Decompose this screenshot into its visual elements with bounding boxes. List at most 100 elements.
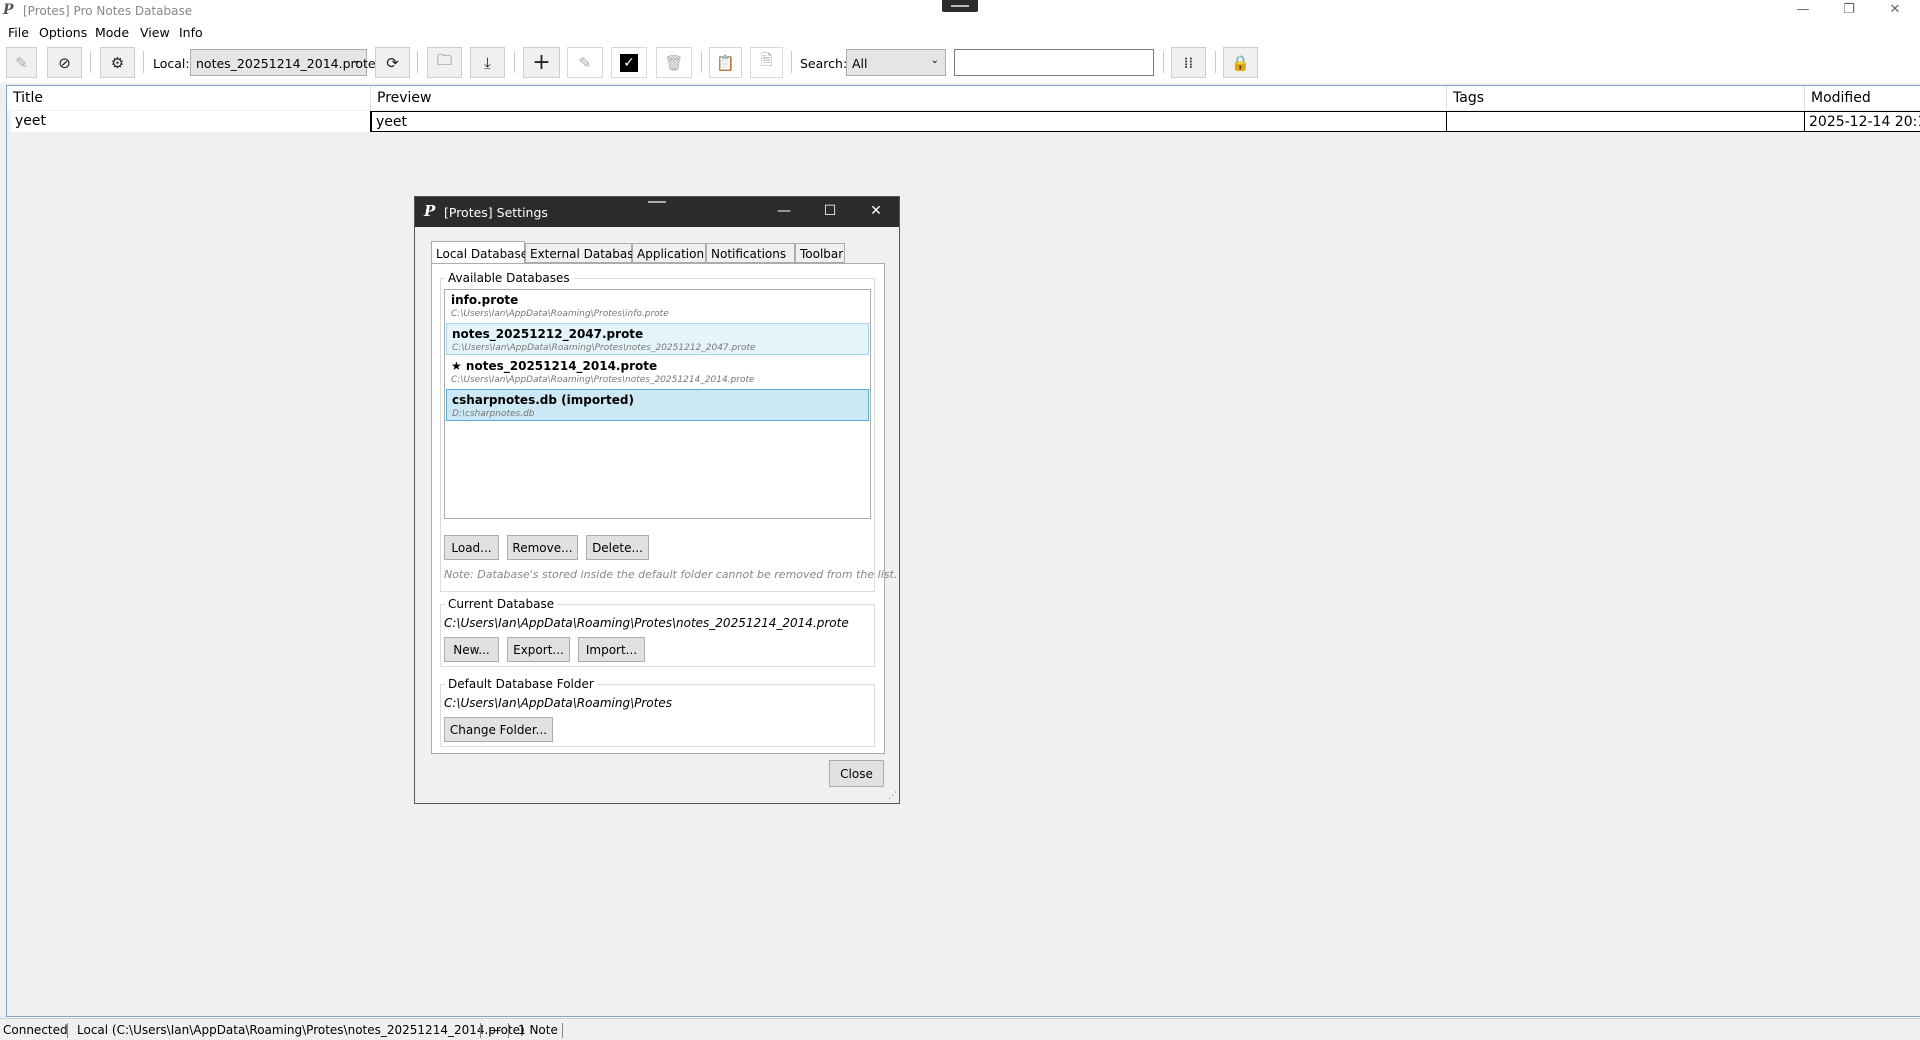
pencil-icon: ✎ bbox=[578, 53, 592, 72]
copy-button[interactable]: 📋 bbox=[709, 47, 742, 78]
drag-handle[interactable] bbox=[639, 197, 675, 207]
database-path: C:\Users\Ian\AppData\Roaming\Protes\info… bbox=[451, 309, 669, 319]
document-icon: 🗎 bbox=[760, 51, 773, 69]
minimize-button[interactable]: — bbox=[1780, 0, 1826, 22]
chevron-down-icon: ⌄ bbox=[930, 55, 939, 66]
delete-button[interactable]: Delete... bbox=[586, 535, 649, 560]
menu-file[interactable]: File bbox=[8, 25, 29, 40]
list-item[interactable]: notes_20251212_2047.prote C:\Users\Ian\A… bbox=[446, 323, 869, 355]
plus-icon: + bbox=[532, 50, 551, 75]
app-logo-icon: P bbox=[3, 2, 14, 18]
local-database-select[interactable]: notes_20251214_2014.prote ⌄ bbox=[190, 49, 376, 76]
status-note-count: 1 Note bbox=[518, 1023, 558, 1037]
restore-button[interactable]: ❐ bbox=[1826, 0, 1872, 22]
toolbar-separator bbox=[514, 51, 515, 73]
paste-button[interactable]: 🗎 bbox=[750, 47, 783, 78]
toolbar-separator bbox=[791, 51, 792, 73]
toolbar: ✎ ⊘ ⚙ Local: notes_20251214_2014.prote ⌄… bbox=[0, 43, 1920, 83]
status-location: Local (C:\Users\Ian\AppData\Roaming\Prot… bbox=[77, 1023, 525, 1037]
new-database-button[interactable]: New... bbox=[444, 637, 499, 662]
lock-icon: 🔒 bbox=[1231, 53, 1250, 72]
status-separator bbox=[562, 1023, 563, 1038]
list-item[interactable]: csharpnotes.db (imported) D:\csharpnotes… bbox=[446, 389, 869, 421]
delete-note-button[interactable]: 🗑 bbox=[656, 47, 692, 78]
import-database-button[interactable]: Import... bbox=[578, 637, 645, 662]
chevron-down-icon: ⌄ bbox=[351, 55, 360, 66]
remove-button[interactable]: Remove... bbox=[507, 535, 578, 560]
toolbar-separator bbox=[90, 51, 91, 73]
column-header-title[interactable]: Title bbox=[7, 86, 371, 110]
tab-external-database[interactable]: External Database bbox=[525, 243, 641, 263]
trash-icon: 🗑 bbox=[664, 53, 684, 72]
menu-bar: File Options Mode View Info bbox=[0, 22, 1920, 43]
lock-button[interactable]: 🔒 bbox=[1223, 47, 1258, 78]
gear-icon: ⚙ bbox=[110, 53, 125, 72]
dialog-title: [Protes] Settings bbox=[444, 205, 548, 220]
change-folder-button[interactable]: Change Folder... bbox=[444, 717, 553, 742]
status-bar: Connected Local (C:\Users\Ian\AppData\Ro… bbox=[0, 1018, 1920, 1040]
clipboard-icon: 📋 bbox=[716, 53, 735, 72]
cell-preview: yeet bbox=[371, 111, 1447, 132]
dialog-close-x-button[interactable]: ✕ bbox=[853, 197, 899, 227]
database-note: Note: Database's stored inside the defau… bbox=[444, 568, 898, 581]
list-item[interactable]: ★ notes_20251214_2014.prote C:\Users\Ian… bbox=[446, 356, 869, 388]
status-separator bbox=[480, 1023, 481, 1038]
close-dialog-button[interactable]: Close bbox=[829, 760, 884, 787]
cell-title: yeet bbox=[11, 111, 371, 132]
toolbar-separator bbox=[417, 51, 418, 73]
dialog-minimize-button[interactable]: — bbox=[761, 197, 807, 227]
menu-info[interactable]: Info bbox=[179, 25, 203, 40]
add-note-button[interactable]: + bbox=[523, 47, 560, 78]
table-row[interactable]: yeet yeet 2025-12-14 20:16 bbox=[11, 111, 1920, 132]
database-name: csharpnotes.db (imported) bbox=[452, 393, 634, 407]
default-folder-path: C:\Users\Ian\AppData\Roaming\Protes bbox=[444, 696, 672, 710]
current-database-group: Current Database C:\Users\Ian\AppData\Ro… bbox=[440, 597, 875, 667]
tab-notifications[interactable]: Notifications bbox=[706, 243, 795, 263]
default-folder-group: Default Database Folder C:\Users\Ian\App… bbox=[440, 677, 875, 747]
toggle-grid-button[interactable]: ⁞⁞ bbox=[1171, 47, 1206, 78]
database-name: notes_20251212_2047.prote bbox=[452, 327, 644, 341]
grid-header: Title Preview Tags Modified bbox=[7, 86, 1920, 110]
local-database-panel: Available Databases info.prote C:\Users\… bbox=[431, 263, 897, 754]
tab-local-database[interactable]: Local Database bbox=[431, 241, 528, 264]
local-database-value: notes_20251214_2014.prote bbox=[196, 56, 376, 71]
search-scope-select[interactable]: All ⌄ bbox=[846, 49, 946, 76]
list-item[interactable]: info.prote C:\Users\Ian\AppData\Roaming\… bbox=[446, 290, 869, 322]
edit-mode-button[interactable]: ✎ bbox=[6, 47, 37, 78]
menu-mode[interactable]: Mode bbox=[95, 25, 129, 40]
edit-note-button[interactable]: ✎ bbox=[567, 47, 603, 78]
menu-view[interactable]: View bbox=[140, 25, 170, 40]
menu-options[interactable]: Options bbox=[39, 25, 87, 40]
select-all-button[interactable]: ✓ bbox=[611, 47, 647, 78]
column-header-preview[interactable]: Preview bbox=[371, 86, 1447, 110]
column-header-modified[interactable]: Modified bbox=[1805, 86, 1920, 110]
default-folder-title: Default Database Folder bbox=[445, 677, 597, 691]
notes-grid: Title Preview Tags Modified yeet yeet 20… bbox=[6, 85, 1920, 1017]
toolbar-separator bbox=[1215, 51, 1216, 73]
window-title: [Protes] Pro Notes Database bbox=[23, 4, 193, 18]
dialog-maximize-button[interactable]: ☐ bbox=[807, 197, 853, 227]
settings-button[interactable]: ⚙ bbox=[100, 47, 135, 78]
import-button[interactable]: ⤓ bbox=[470, 47, 505, 78]
resize-grip-icon[interactable]: ⋰ bbox=[888, 791, 897, 801]
cell-modified: 2025-12-14 20:16 bbox=[1805, 111, 1920, 132]
close-window-button[interactable]: ✕ bbox=[1872, 0, 1918, 22]
refresh-button[interactable]: ⟳ bbox=[375, 47, 410, 78]
search-input[interactable] bbox=[954, 49, 1154, 76]
database-list[interactable]: info.prote C:\Users\Ian\AppData\Roaming\… bbox=[444, 289, 871, 519]
toolbar-separator bbox=[1163, 51, 1164, 73]
drag-handle[interactable] bbox=[942, 0, 978, 12]
toolbar-separator bbox=[143, 51, 144, 73]
cancel-button[interactable]: ⊘ bbox=[47, 47, 82, 78]
export-button[interactable]: Export... bbox=[507, 637, 570, 662]
status-dash: — bbox=[489, 1023, 501, 1037]
tab-application[interactable]: Application bbox=[632, 243, 706, 263]
status-connection: Connected bbox=[3, 1023, 68, 1037]
inbox-download-icon: ⤓ bbox=[484, 53, 491, 72]
open-folder-button[interactable]: 🗀 bbox=[427, 47, 462, 78]
available-databases-group: Available Databases info.prote C:\Users\… bbox=[440, 271, 897, 592]
column-header-tags[interactable]: Tags bbox=[1447, 86, 1805, 110]
prohibited-icon: ⊘ bbox=[58, 53, 71, 72]
tab-toolbar[interactable]: Toolbar bbox=[795, 243, 845, 263]
load-button[interactable]: Load... bbox=[444, 535, 499, 560]
